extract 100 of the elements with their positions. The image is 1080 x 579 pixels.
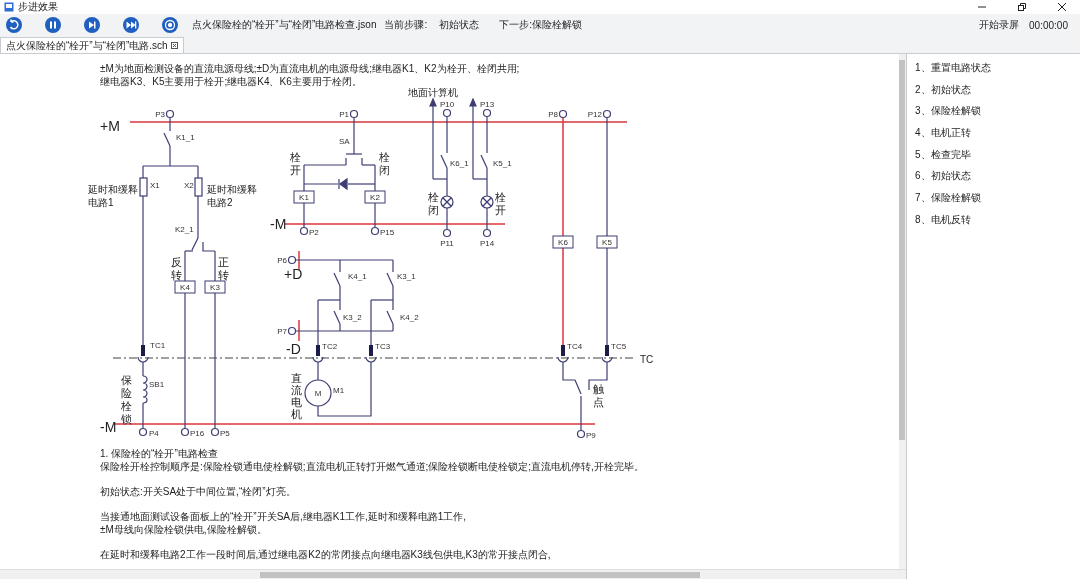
- note-text: 保险栓开栓控制顺序是:保险栓锁通电使栓解锁;直流电机正转打开燃气通道;保险栓锁断电使栓锁定;直流电机停转,开栓完毕。: [100, 460, 644, 473]
- wire: [446, 116, 448, 154]
- undo-button[interactable]: [6, 17, 22, 33]
- pin-label: K3_2: [343, 313, 362, 322]
- wire: [486, 207, 488, 230]
- relay-coil: K2: [364, 190, 386, 204]
- step-item[interactable]: 4、电机正转: [913, 122, 1080, 144]
- terminal-symbol: [287, 255, 297, 265]
- connector-symbol: [312, 345, 324, 363]
- terminal-symbol: [602, 109, 612, 119]
- pin-label: K1_1: [176, 133, 195, 142]
- horizontal-scrollbar[interactable]: [0, 569, 906, 579]
- circuit-note: 电路2: [207, 197, 233, 208]
- resistor-symbol: [194, 177, 203, 197]
- wire: [562, 361, 576, 381]
- wire: [142, 402, 144, 429]
- restore-icon: [1018, 3, 1026, 11]
- pin-label: P15: [380, 228, 395, 237]
- switch-contact: [386, 310, 394, 325]
- bus-label: -M: [100, 419, 117, 435]
- pin-label: P1: [339, 110, 349, 119]
- wire: [169, 117, 171, 132]
- wire: [197, 195, 199, 239]
- wire: [374, 202, 376, 228]
- pin-label: SA: [339, 137, 350, 146]
- target-button[interactable]: [162, 17, 178, 33]
- relay-coil: K1: [293, 190, 315, 204]
- pin-label: M1: [333, 386, 345, 395]
- fast-forward-button[interactable]: [123, 17, 139, 33]
- terminal-symbol: [370, 226, 380, 236]
- bus-label: -D: [286, 341, 301, 357]
- pin-label: TC3: [375, 342, 391, 351]
- terminal-symbol: [138, 427, 148, 437]
- pin-label: P4: [149, 429, 159, 438]
- relay-coil: K4: [174, 280, 196, 294]
- pause-button[interactable]: [45, 17, 61, 33]
- component-label: 触点: [592, 383, 604, 408]
- circuit-note: 延时和缓释: [207, 184, 257, 195]
- play-button[interactable]: [84, 17, 100, 33]
- pin-label: SB1: [149, 380, 165, 389]
- step-item[interactable]: 7、保险栓解锁: [913, 187, 1080, 209]
- terminal-symbol: [558, 109, 568, 119]
- bus-line: [298, 319, 300, 342]
- step-item[interactable]: 8、电机反转: [913, 208, 1080, 231]
- pin-label: TC2: [322, 342, 338, 351]
- record-button[interactable]: 开始录屏: [979, 18, 1020, 32]
- pin-label: X2: [184, 181, 194, 190]
- pin-label: P5: [220, 429, 230, 438]
- close-icon[interactable]: [170, 42, 178, 49]
- bus-line: [298, 250, 300, 271]
- next-step: 下一步:保险栓解锁: [499, 18, 582, 32]
- pin-label: X1: [150, 181, 160, 190]
- step-item[interactable]: 5、检查完毕: [913, 143, 1080, 166]
- pin-label: P11: [440, 239, 454, 248]
- resistor-symbol: [139, 177, 148, 197]
- pin-label: P2: [309, 228, 319, 237]
- wire: [303, 202, 305, 228]
- component-label: 栓闭: [427, 191, 439, 216]
- pin-label: M: [314, 389, 322, 398]
- circuit-note: 地面计算机: [408, 88, 458, 98]
- bus-label: +M: [100, 118, 120, 134]
- switch-contact: [440, 154, 448, 169]
- connector-symbol: [137, 345, 149, 363]
- vertical-scrollbar[interactable]: [899, 54, 906, 569]
- file-name: 点火保险栓的“栓开”与“栓闭”电路检查.json: [192, 18, 377, 32]
- intro-text: ±M为地面检测设备的直流电源母线;±D为直流电机的电源母线;继电器K1、K2为栓开、栓闭共用;: [100, 62, 520, 75]
- lamp-symbol: [440, 195, 454, 209]
- wire: [486, 116, 488, 154]
- document-tab[interactable]: 点火保险栓的“栓开”与“栓闭”电路.sch: [0, 37, 184, 53]
- pin-label: TC4: [567, 342, 583, 351]
- wire: [446, 207, 448, 230]
- wire: [142, 361, 144, 377]
- pin-label: P9: [586, 431, 596, 440]
- step-item[interactable]: 3、保险栓解锁: [913, 100, 1080, 123]
- connector-symbol: [557, 345, 569, 363]
- terminal-symbol: [442, 108, 452, 118]
- pin-label: TC1: [150, 341, 166, 350]
- connector-symbol: [365, 345, 377, 363]
- target-icon: [162, 17, 178, 33]
- pin-label: TC5: [611, 342, 627, 351]
- relay-coil: K3: [204, 280, 226, 294]
- terminal-symbol: [287, 326, 297, 336]
- pin-label: P10: [439, 100, 455, 109]
- pin-label: K2_1: [175, 225, 194, 234]
- switch-contact: [333, 310, 341, 325]
- pin-label: K6_1: [450, 159, 469, 168]
- step-item[interactable]: 2、初始状态: [913, 78, 1080, 101]
- circuit-note: 延时和缓释: [88, 184, 138, 195]
- step-item[interactable]: 6、初始状态: [913, 165, 1080, 188]
- window-title: 步进效果: [18, 1, 59, 13]
- motor-symbol: [304, 379, 332, 407]
- intro-text: 继电器K3、K5主要用于栓开;继电器K4、K6主要用于栓闭。: [100, 75, 362, 88]
- switch-contact: [574, 379, 582, 395]
- component-label: 直流电机: [290, 372, 302, 420]
- component-label: 保险栓锁: [120, 374, 132, 425]
- switch-contact: [191, 237, 199, 251]
- circuit-note: TC: [640, 354, 654, 365]
- diode-symbol: [338, 177, 348, 191]
- step-item[interactable]: 1、重置电路状态: [913, 57, 1080, 79]
- terminal-symbol: [210, 427, 220, 437]
